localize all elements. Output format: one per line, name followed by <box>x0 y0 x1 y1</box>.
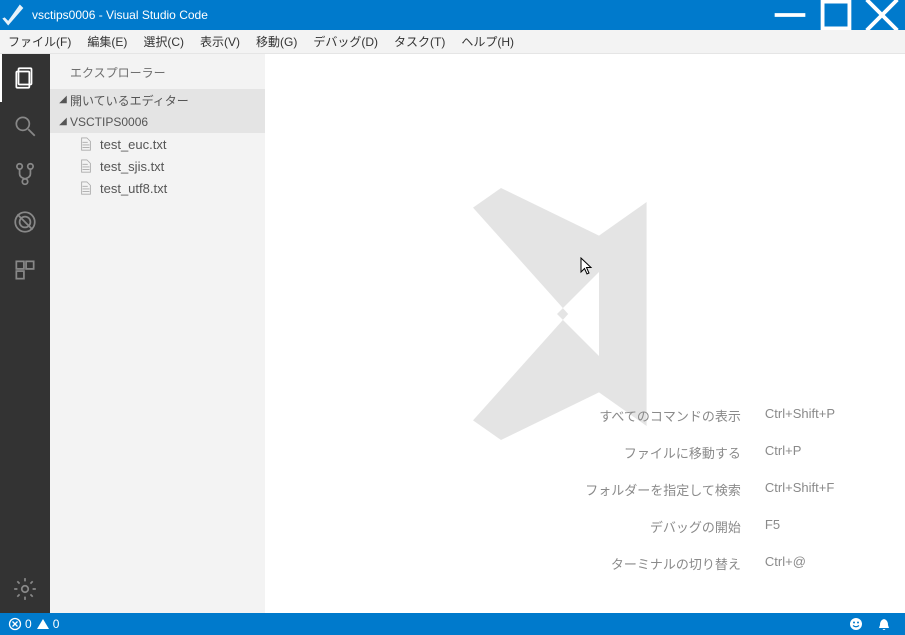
sidebar-explorer: エクスプローラー ◢ 開いているエディター ◢ VSCTIPS0006 test… <box>50 54 265 613</box>
shortcut-key: Ctrl+Shift+P <box>765 406 835 425</box>
status-warnings[interactable]: 0 <box>36 617 60 631</box>
shortcut-key: Ctrl+@ <box>765 554 835 573</box>
activity-scm[interactable] <box>0 150 50 198</box>
menu-edit[interactable]: 編集(E) <box>79 31 135 52</box>
file-name: test_utf8.txt <box>100 181 167 196</box>
menu-help[interactable]: ヘルプ(H) <box>453 31 522 52</box>
warning-count: 0 <box>53 617 60 631</box>
menu-debug[interactable]: デバッグ(D) <box>305 31 386 52</box>
welcome-shortcuts: すべてのコマンドの表示 Ctrl+Shift+P ファイルに移動する Ctrl+… <box>585 406 835 573</box>
file-item[interactable]: test_sjis.txt <box>50 155 265 177</box>
sidebar-title: エクスプローラー <box>50 54 265 89</box>
shortcut-label: ターミナルの切り替え <box>585 554 741 573</box>
activity-settings[interactable] <box>0 565 50 613</box>
menu-bar: ファイル(F) 編集(E) 選択(C) 表示(V) 移動(G) デバッグ(D) … <box>0 30 905 54</box>
shortcut-label: デバッグの開始 <box>585 517 741 536</box>
window-controls <box>767 0 905 30</box>
activity-search[interactable] <box>0 102 50 150</box>
file-icon <box>78 180 94 196</box>
menu-task[interactable]: タスク(T) <box>386 31 453 52</box>
shortcut-label: フォルダーを指定して検索 <box>585 480 741 499</box>
section-folder-label: VSCTIPS0006 <box>70 115 148 129</box>
shortcut-key: Ctrl+P <box>765 443 835 462</box>
file-item[interactable]: test_utf8.txt <box>50 177 265 199</box>
shortcut-key: Ctrl+Shift+F <box>765 480 835 499</box>
file-icon <box>78 158 94 174</box>
activity-explorer[interactable] <box>0 54 50 102</box>
window-title: vsctips0006 - Visual Studio Code <box>28 8 767 22</box>
minimize-button[interactable] <box>767 0 813 30</box>
status-bar: 0 0 <box>0 613 905 635</box>
section-folder[interactable]: ◢ VSCTIPS0006 <box>50 111 265 133</box>
shortcut-label: ファイルに移動する <box>585 443 741 462</box>
editor-area: すべてのコマンドの表示 Ctrl+Shift+P ファイルに移動する Ctrl+… <box>265 54 905 613</box>
activity-bar <box>0 54 50 613</box>
section-open-editors[interactable]: ◢ 開いているエディター <box>50 89 265 111</box>
shortcut-key: F5 <box>765 517 835 536</box>
cursor-icon <box>579 257 593 277</box>
chevron-down-icon: ◢ <box>56 94 70 105</box>
maximize-button[interactable] <box>813 0 859 30</box>
workbench: エクスプローラー ◢ 開いているエディター ◢ VSCTIPS0006 test… <box>0 54 905 613</box>
chevron-down-icon: ◢ <box>56 116 70 127</box>
menu-file[interactable]: ファイル(F) <box>0 31 79 52</box>
status-feedback[interactable] <box>849 617 863 631</box>
error-count: 0 <box>25 617 32 631</box>
menu-select[interactable]: 選択(C) <box>135 31 192 52</box>
activity-extensions[interactable] <box>0 246 50 294</box>
file-item[interactable]: test_euc.txt <box>50 133 265 155</box>
status-errors[interactable]: 0 <box>8 617 32 631</box>
menu-view[interactable]: 表示(V) <box>192 31 248 52</box>
menu-go[interactable]: 移動(G) <box>248 31 305 52</box>
status-notifications[interactable] <box>877 617 891 631</box>
shortcut-label: すべてのコマンドの表示 <box>585 406 741 425</box>
file-name: test_sjis.txt <box>100 159 164 174</box>
section-open-editors-label: 開いているエディター <box>70 92 189 109</box>
vscode-icon <box>0 1 28 29</box>
file-name: test_euc.txt <box>100 137 166 152</box>
activity-debug[interactable] <box>0 198 50 246</box>
file-icon <box>78 136 94 152</box>
close-button[interactable] <box>859 0 905 30</box>
title-bar: vsctips0006 - Visual Studio Code <box>0 0 905 30</box>
